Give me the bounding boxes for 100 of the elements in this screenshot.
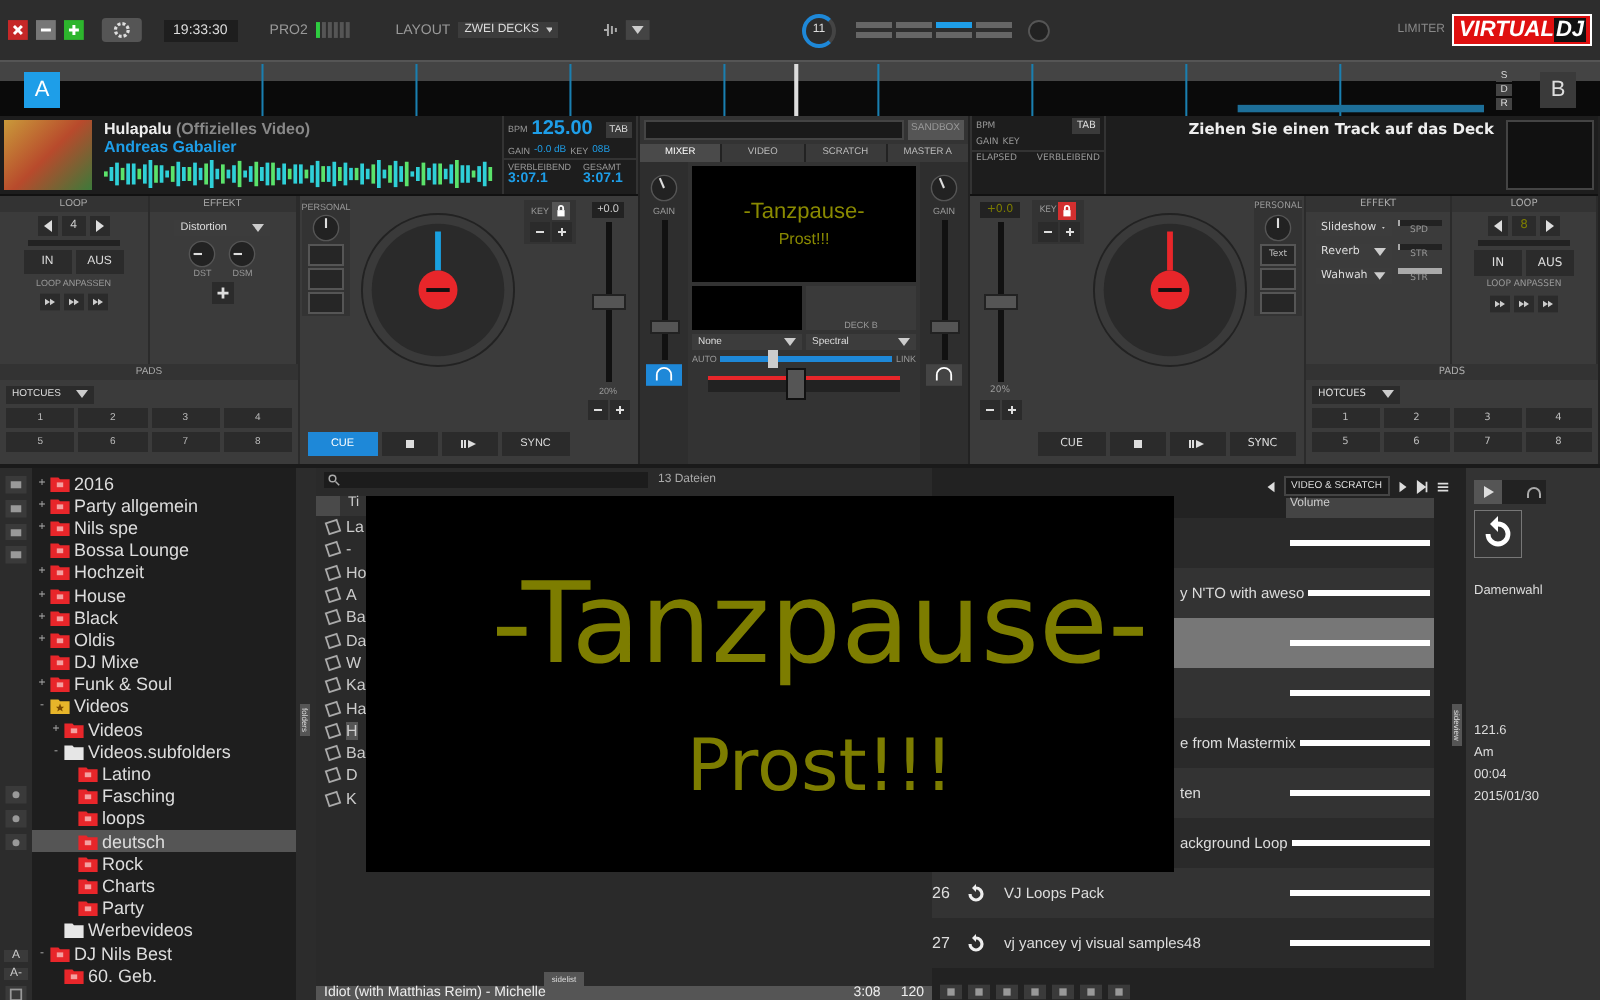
pitch-slider-thumb[interactable] bbox=[983, 294, 1017, 310]
loop-adjust-icon[interactable] bbox=[87, 292, 108, 312]
left-arrow-icon[interactable] bbox=[37, 216, 58, 236]
file-row[interactable]: W bbox=[346, 653, 362, 672]
file-row[interactable]: Da bbox=[346, 631, 367, 650]
plus-icon[interactable] bbox=[609, 400, 629, 420]
plus-icon[interactable] bbox=[1059, 222, 1079, 242]
media-filter-icon[interactable] bbox=[4, 833, 28, 851]
sampler-tool-icon[interactable] bbox=[996, 984, 1018, 1000]
browser-tool-icon[interactable] bbox=[4, 546, 28, 565]
effect-slider[interactable] bbox=[1397, 268, 1441, 274]
file-row[interactable]: Ho bbox=[346, 563, 367, 582]
folder-item[interactable]: 60. Geb. bbox=[32, 964, 296, 987]
minus-icon[interactable] bbox=[587, 400, 607, 420]
view-page-tab[interactable] bbox=[895, 32, 932, 38]
view-page-tab[interactable] bbox=[935, 32, 972, 38]
sampler-tool-icon[interactable] bbox=[1052, 984, 1074, 1000]
file-row[interactable]: D bbox=[346, 766, 358, 785]
turntable-platter[interactable] bbox=[1091, 212, 1247, 368]
mixer-field[interactable] bbox=[644, 120, 904, 140]
file-row[interactable]: - bbox=[346, 540, 352, 559]
browser-tool-icon[interactable] bbox=[4, 476, 28, 494]
view-page-tab[interactable] bbox=[935, 22, 972, 28]
file-row[interactable]: La bbox=[346, 518, 364, 537]
effect-knob[interactable] bbox=[228, 240, 257, 268]
personal-knob[interactable] bbox=[1264, 214, 1292, 242]
file-row[interactable]: A bbox=[346, 586, 357, 605]
folder-item[interactable]: deutsch bbox=[32, 830, 296, 853]
deck-selector[interactable]: B bbox=[1540, 71, 1576, 107]
settings-icon[interactable] bbox=[99, 18, 144, 42]
sampler-tool-icon[interactable] bbox=[1108, 984, 1130, 1000]
folder-item[interactable]: Latino bbox=[32, 762, 296, 786]
grid-icon[interactable] bbox=[1436, 479, 1450, 493]
headphones-icon[interactable] bbox=[646, 364, 682, 386]
right-arrow-icon[interactable] bbox=[89, 216, 110, 236]
sampler-tool-icon[interactable] bbox=[1080, 984, 1102, 1000]
video-fader-thumb[interactable] bbox=[768, 350, 779, 368]
plus-icon[interactable] bbox=[551, 222, 571, 242]
headphones-icon[interactable] bbox=[926, 364, 962, 386]
gain-knob[interactable] bbox=[930, 174, 958, 202]
crossfader-thumb[interactable] bbox=[786, 368, 807, 400]
file-row[interactable]: Ba bbox=[346, 744, 366, 763]
loop-adjust-icon[interactable] bbox=[1538, 294, 1558, 314]
folder-item[interactable]: Fasching bbox=[32, 785, 296, 808]
volume-fader-thumb[interactable] bbox=[649, 320, 679, 335]
minus-icon[interactable] bbox=[529, 222, 549, 242]
browser-tool-icon[interactable] bbox=[4, 499, 28, 518]
sampler-tool-icon[interactable] bbox=[1024, 984, 1046, 1000]
view-page-tab[interactable] bbox=[855, 32, 892, 38]
folder-item[interactable]: Werbevideos bbox=[32, 919, 296, 942]
minus-icon[interactable] bbox=[1037, 222, 1057, 242]
loop-adjust-icon[interactable] bbox=[63, 292, 84, 312]
right-arrow-icon[interactable] bbox=[1540, 216, 1560, 236]
left-arrow-icon[interactable] bbox=[1488, 216, 1508, 236]
next-icon[interactable] bbox=[1396, 479, 1410, 493]
media-filter-icon[interactable] bbox=[4, 809, 28, 828]
sampler-tool-icon[interactable] bbox=[968, 984, 990, 1000]
folder-item[interactable]: loops bbox=[32, 807, 296, 830]
file-row[interactable]: Ba bbox=[346, 608, 366, 627]
media-filter-icon[interactable] bbox=[4, 786, 28, 804]
minimize-icon[interactable] bbox=[35, 20, 56, 40]
volume-fader-thumb[interactable] bbox=[929, 320, 959, 335]
folder-item[interactable]: Charts bbox=[32, 874, 296, 898]
turntable-platter[interactable] bbox=[359, 212, 515, 368]
skip-icon[interactable] bbox=[1416, 479, 1430, 493]
view-page-tab[interactable] bbox=[855, 22, 892, 28]
file-row[interactable]: H bbox=[346, 721, 358, 740]
view-page-tab[interactable] bbox=[895, 22, 932, 28]
lock-icon[interactable] bbox=[1058, 202, 1077, 220]
play-icon[interactable] bbox=[1474, 480, 1546, 504]
view-page-tab[interactable] bbox=[975, 32, 1012, 38]
view-page-tab[interactable] bbox=[975, 22, 1012, 28]
loop-adjust-icon[interactable] bbox=[39, 292, 60, 312]
window-icon[interactable] bbox=[4, 986, 28, 1000]
loop-adjust-icon[interactable] bbox=[1514, 294, 1534, 314]
browser-tool-icon[interactable] bbox=[4, 523, 28, 541]
maximize-icon[interactable] bbox=[63, 20, 84, 40]
file-row[interactable]: Ha bbox=[346, 699, 367, 718]
folder-name: Videos bbox=[74, 696, 129, 717]
waveform-dropdown-icon[interactable] bbox=[602, 20, 650, 40]
pitch-slider-thumb[interactable] bbox=[591, 294, 625, 310]
sampler-tool-icon[interactable] bbox=[940, 984, 962, 1000]
close-icon[interactable] bbox=[8, 20, 28, 40]
lock-icon[interactable] bbox=[551, 202, 569, 220]
personal-knob[interactable] bbox=[312, 214, 340, 242]
search-field[interactable] bbox=[324, 472, 648, 488]
plus-icon[interactable] bbox=[211, 282, 234, 304]
plus-icon[interactable] bbox=[1001, 400, 1021, 420]
folder-item[interactable]: Rock bbox=[32, 852, 296, 875]
folder-item[interactable]: Bossa Lounge bbox=[32, 539, 296, 562]
folder-item[interactable]: DJ Mixe bbox=[32, 651, 296, 674]
folder-item[interactable]: Party bbox=[32, 897, 296, 920]
file-row[interactable]: K bbox=[346, 789, 357, 808]
file-row[interactable]: Ka bbox=[346, 676, 366, 695]
effect-knob[interactable] bbox=[188, 240, 217, 268]
loop-adjust-icon[interactable] bbox=[1490, 294, 1510, 314]
gain-knob[interactable] bbox=[650, 174, 678, 202]
minus-icon[interactable] bbox=[979, 400, 999, 420]
loop-icon[interactable] bbox=[1474, 510, 1522, 558]
previous-icon[interactable] bbox=[1263, 479, 1278, 493]
